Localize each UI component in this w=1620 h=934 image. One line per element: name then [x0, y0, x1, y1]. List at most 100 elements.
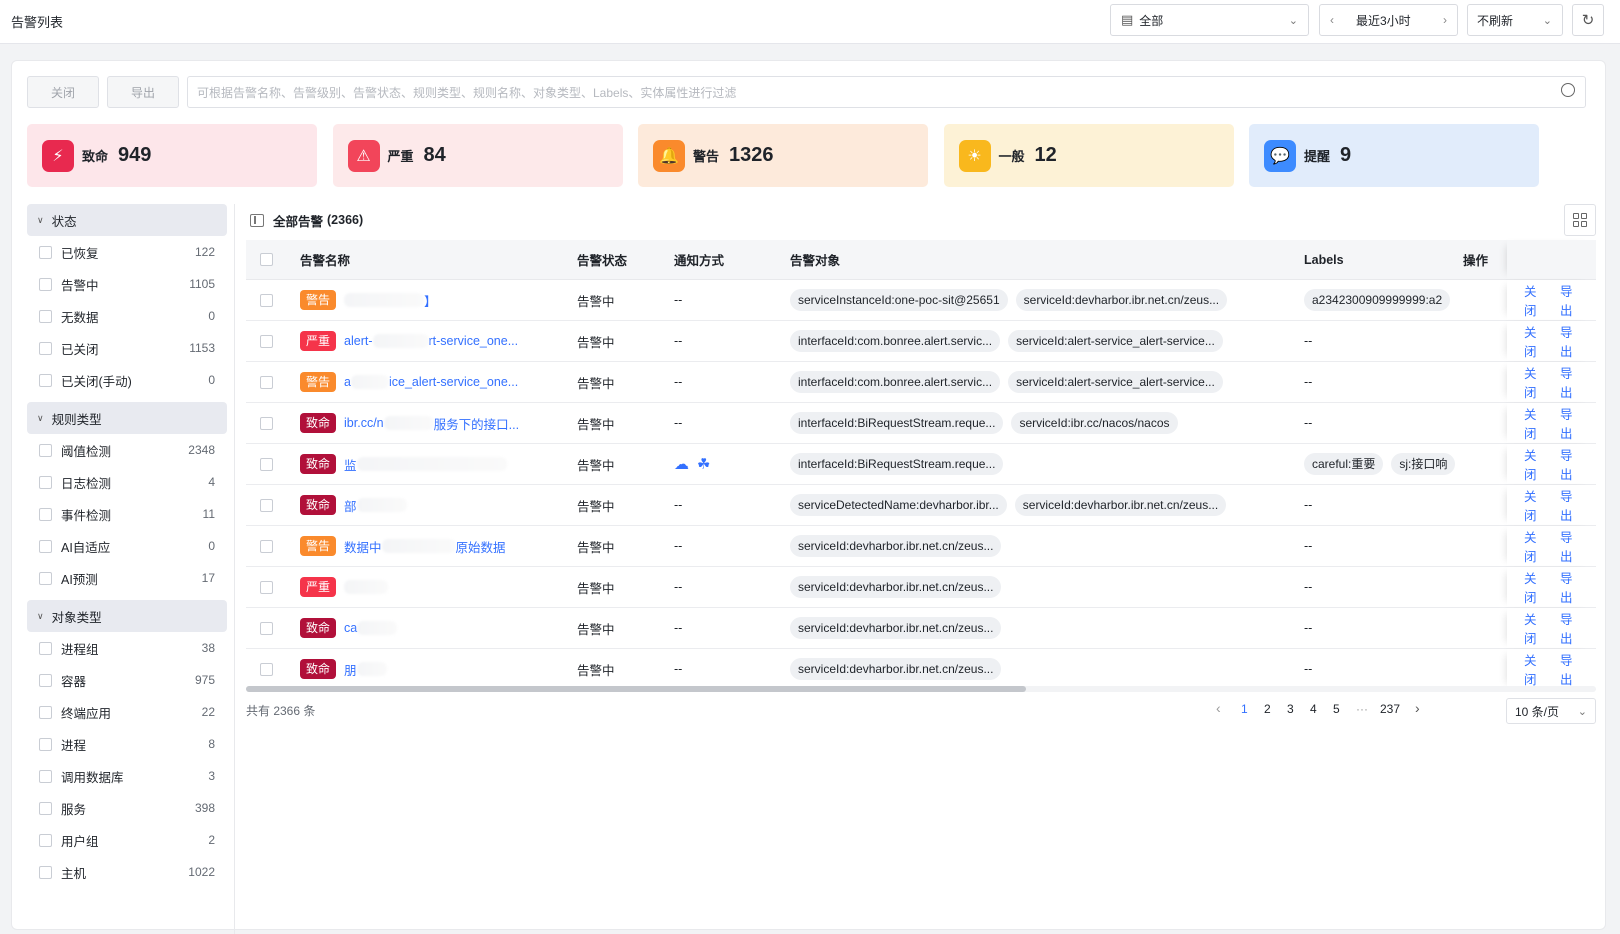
- severity-card[interactable]: ⚠ 严重 84: [332, 124, 623, 187]
- row-export-link[interactable]: 导出: [1560, 404, 1584, 442]
- filter-checkbox[interactable]: [39, 277, 52, 291]
- alert-name-link[interactable]: 部: [344, 496, 407, 515]
- filter-item[interactable]: 主机 1022: [27, 856, 227, 888]
- row-checkbox[interactable]: [260, 662, 273, 676]
- alert-name-link[interactable]: 监: [344, 455, 507, 474]
- filter-checkbox[interactable]: [39, 641, 52, 655]
- row-export-link[interactable]: 导出: [1560, 650, 1584, 688]
- filter-checkbox[interactable]: [39, 737, 52, 751]
- filter-checkbox[interactable]: [39, 865, 52, 879]
- table-row[interactable]: 严重 告警中 -- serviceId:devharbor.ibr.net.cn/ze…: [246, 567, 1596, 608]
- row-checkbox[interactable]: [260, 621, 273, 635]
- filter-item[interactable]: 事件检测 11: [27, 498, 227, 530]
- filter-item[interactable]: AI自适应 0: [27, 530, 227, 562]
- row-close-link[interactable]: 关闭: [1524, 650, 1548, 688]
- filter-item[interactable]: 已恢复 122: [27, 236, 227, 268]
- row-close-link[interactable]: 关闭: [1524, 404, 1548, 442]
- chevron-right-icon[interactable]: ›: [1443, 13, 1447, 27]
- filter-item[interactable]: 容器 975: [27, 664, 227, 696]
- filter-item[interactable]: 阈值检测 2348: [27, 434, 227, 466]
- refresh-select[interactable]: 不刷新 ⌄: [1467, 4, 1563, 36]
- row-checkbox[interactable]: [260, 539, 273, 553]
- severity-card[interactable]: 🔔 警告 1326: [638, 124, 928, 187]
- column-header[interactable]: 通知方式: [674, 250, 724, 269]
- row-close-link[interactable]: 关闭: [1524, 281, 1548, 319]
- row-export-link[interactable]: 导出: [1560, 322, 1584, 360]
- table-row[interactable]: 警告 】 告警中 -- serviceInstanceId:one-poc-sit@25…: [246, 280, 1596, 321]
- column-header[interactable]: 告警状态: [577, 250, 627, 269]
- page-number[interactable]: 5: [1333, 702, 1340, 716]
- grid-view-button[interactable]: [1564, 204, 1596, 236]
- filter-item[interactable]: 已关闭 1153: [27, 332, 227, 364]
- filter-item[interactable]: 调用数据库 3: [27, 760, 227, 792]
- table-row[interactable]: 致命 ibr.cc/n 服务下的接口... 告警中 -- interfaceId:BiRe…: [246, 403, 1596, 444]
- chevron-left-icon[interactable]: ‹: [1330, 13, 1334, 27]
- column-header[interactable]: 告警名称: [300, 250, 350, 269]
- filter-group-header[interactable]: ∨ 规则类型: [27, 402, 227, 434]
- table-row[interactable]: 警告 a ice_alert-service_one... 告警中 -- interfac…: [246, 362, 1596, 403]
- row-checkbox[interactable]: [260, 416, 273, 430]
- page-ellipsis[interactable]: ···: [1356, 702, 1368, 716]
- row-checkbox[interactable]: [260, 293, 273, 307]
- row-export-link[interactable]: 导出: [1560, 281, 1584, 319]
- next-page-icon[interactable]: ›: [1415, 700, 1420, 716]
- row-close-link[interactable]: 关闭: [1524, 609, 1548, 647]
- row-checkbox[interactable]: [260, 375, 273, 389]
- page-number[interactable]: 4: [1310, 702, 1317, 716]
- row-checkbox[interactable]: [260, 457, 273, 471]
- refresh-button[interactable]: ↻: [1572, 4, 1604, 36]
- export-button[interactable]: 导出: [107, 76, 179, 108]
- filter-item[interactable]: 终端应用 22: [27, 696, 227, 728]
- filter-checkbox[interactable]: [39, 309, 52, 323]
- table-row[interactable]: 致命朋 告警中 -- serviceId:devharbor.ibr.net.cn/z…: [246, 649, 1596, 690]
- alert-name-link[interactable]: ca: [344, 621, 398, 635]
- severity-card[interactable]: ⚡ 致命 949: [27, 124, 317, 187]
- filter-item[interactable]: 用户组 2: [27, 824, 227, 856]
- page-number[interactable]: 1: [1241, 702, 1248, 716]
- search-input[interactable]: 可根据告警名称、告警级别、告警状态、规则类型、规则名称、对象类型、Labels、…: [187, 76, 1586, 108]
- alert-name-link[interactable]: alert-rt-service_one...: [344, 334, 518, 348]
- alert-name-link[interactable]: [344, 580, 389, 594]
- row-export-link[interactable]: 导出: [1560, 568, 1584, 606]
- table-row[interactable]: 致命部 告警中 -- serviceDetectedName:devharbor.ib…: [246, 485, 1596, 526]
- page-number[interactable]: 2: [1264, 702, 1271, 716]
- page-size-select[interactable]: 10 条/页 ⌄: [1506, 698, 1596, 724]
- row-export-link[interactable]: 导出: [1560, 527, 1584, 565]
- filter-checkbox[interactable]: [39, 673, 52, 687]
- table-row[interactable]: 致命 ca 告警中 -- serviceId:devharbor.ibr.net.cn/…: [246, 608, 1596, 649]
- filter-checkbox[interactable]: [39, 801, 52, 815]
- prev-page-icon[interactable]: ‹: [1216, 700, 1221, 716]
- alert-name-link[interactable]: 数据中 原始数据: [344, 537, 506, 556]
- time-range-picker[interactable]: ‹ 最近3小时 ›: [1319, 4, 1458, 36]
- row-export-link[interactable]: 导出: [1560, 486, 1584, 524]
- table-row[interactable]: 致命监 告警中 ☁ ☘ interfaceId:BiRequestStream.requ…: [246, 444, 1596, 485]
- filter-item[interactable]: 无数据 0: [27, 300, 227, 332]
- page-number[interactable]: 237: [1380, 702, 1400, 716]
- filter-checkbox[interactable]: [39, 539, 52, 553]
- filter-checkbox[interactable]: [39, 833, 52, 847]
- filter-group-header[interactable]: ∨ 对象类型: [27, 600, 227, 632]
- table-row[interactable]: 严重 alert-rt-service_one... 告警中 -- interfaceI…: [246, 321, 1596, 362]
- alert-name-link[interactable]: 朋: [344, 660, 387, 679]
- row-close-link[interactable]: 关闭: [1524, 363, 1548, 401]
- alert-name-link[interactable]: ibr.cc/n 服务下的接口...: [344, 414, 519, 433]
- filter-checkbox[interactable]: [39, 245, 52, 259]
- filter-checkbox[interactable]: [39, 373, 52, 387]
- scope-select[interactable]: ▤ 全部 ⌄: [1110, 4, 1309, 36]
- alert-name-link[interactable]: a ice_alert-service_one...: [344, 375, 518, 389]
- filter-checkbox[interactable]: [39, 571, 52, 585]
- filter-checkbox[interactable]: [39, 443, 52, 457]
- column-header[interactable]: 告警对象: [790, 250, 840, 269]
- select-all-checkbox[interactable]: [260, 253, 273, 266]
- collapse-sidebar-icon[interactable]: [250, 213, 264, 227]
- filter-item[interactable]: AI预测 17: [27, 562, 227, 594]
- alert-name-link[interactable]: 】: [344, 291, 437, 310]
- filter-checkbox[interactable]: [39, 475, 52, 489]
- row-close-link[interactable]: 关闭: [1524, 445, 1548, 483]
- filter-item[interactable]: 服务 398: [27, 792, 227, 824]
- row-checkbox[interactable]: [260, 580, 273, 594]
- filter-item[interactable]: 已关闭(手动) 0: [27, 364, 227, 396]
- row-checkbox[interactable]: [260, 498, 273, 512]
- column-header[interactable]: Labels: [1304, 253, 1344, 267]
- severity-card[interactable]: 💬 提醒 9: [1249, 124, 1539, 187]
